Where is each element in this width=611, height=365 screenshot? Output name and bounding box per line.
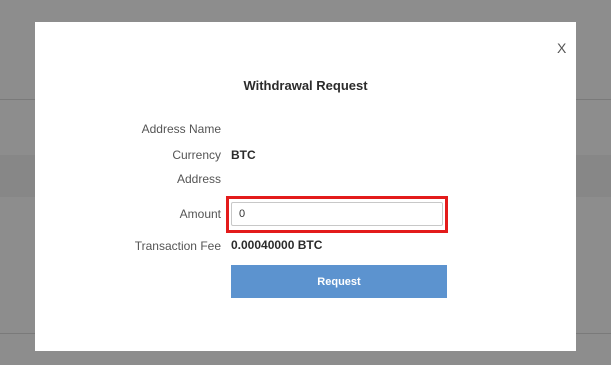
withdrawal-request-modal: X Withdrawal Request Address Name Curren… (35, 22, 576, 351)
request-button[interactable]: Request (231, 265, 447, 298)
address-name-label: Address Name (141, 122, 221, 136)
currency-label: Currency (172, 148, 221, 162)
transaction-fee-label: Transaction Fee (134, 239, 221, 253)
modal-title: Withdrawal Request (243, 78, 368, 93)
address-label: Address (176, 172, 221, 186)
amount-label: Amount (179, 207, 221, 221)
amount-highlight-box (226, 196, 448, 233)
close-button[interactable]: X (557, 40, 566, 56)
transaction-fee-value: 0.00040000 BTC (231, 238, 323, 252)
currency-value: BTC (231, 148, 256, 162)
